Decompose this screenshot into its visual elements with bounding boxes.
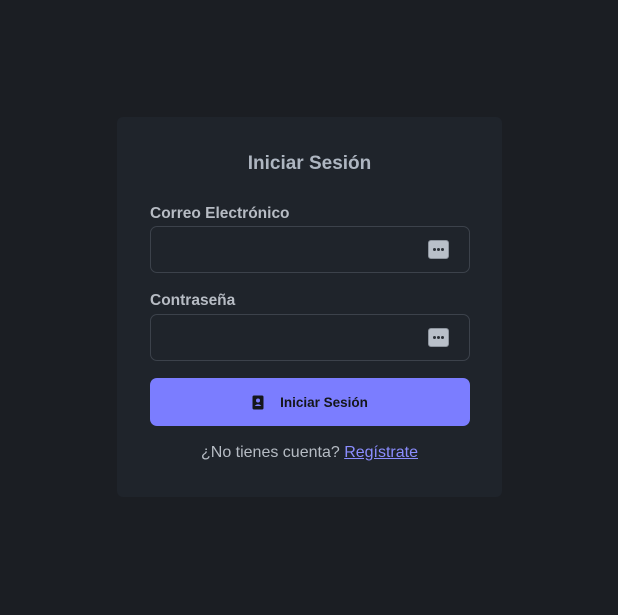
login-button[interactable]: Iniciar Sesión (150, 378, 470, 426)
contact-card-icon (252, 395, 264, 409)
register-prompt-text: ¿No tienes cuenta? (200, 444, 340, 461)
page-title: Iniciar Sesión (247, 153, 372, 174)
login-button-label: Iniciar Sesión (280, 394, 368, 410)
email-field-wrapper (150, 226, 470, 273)
email-field[interactable] (151, 227, 411, 272)
register-link[interactable]: Regístrate (344, 444, 418, 461)
email-label: Correo Electrónico (150, 205, 290, 222)
login-card: Iniciar Sesión Correo Electrónico Contra… (117, 117, 502, 497)
password-field-wrapper (150, 314, 470, 361)
password-field[interactable] (151, 315, 411, 360)
password-label: Contraseña (150, 292, 236, 309)
register-prompt: ¿No tienes cuenta? Regístrate (117, 444, 502, 462)
password-manager-icon[interactable] (428, 328, 449, 347)
password-manager-icon[interactable] (428, 240, 449, 259)
